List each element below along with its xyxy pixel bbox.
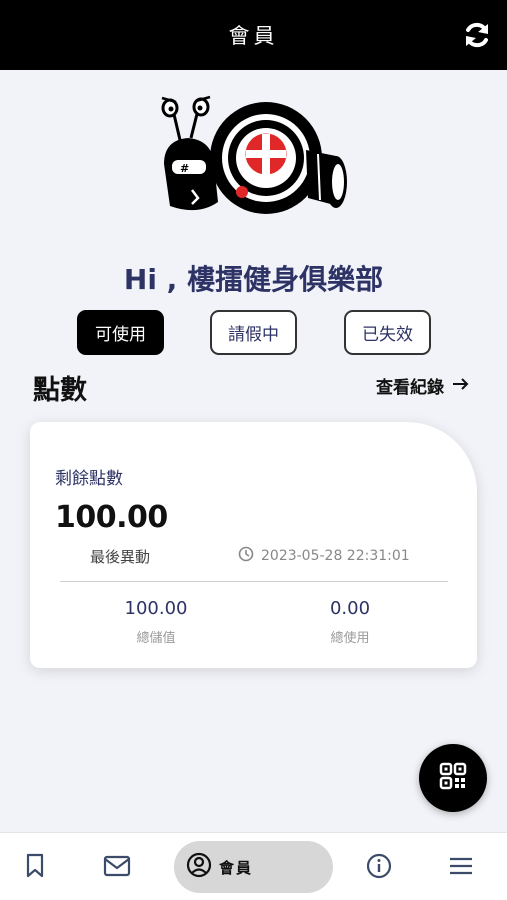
info-icon[interactable] (366, 853, 392, 883)
refresh-icon[interactable] (461, 19, 493, 51)
bookmark-icon[interactable] (24, 853, 46, 883)
nav-member[interactable]: 會員 (174, 841, 333, 893)
view-history-label: 查看紀錄 (376, 378, 444, 398)
clock-icon (238, 546, 254, 566)
last-change-label: 最後異動 (90, 548, 151, 566)
tab-available[interactable]: 可使用 (77, 310, 164, 355)
page-title: 會員 (228, 24, 279, 48)
view-history-link[interactable]: 查看紀錄 (376, 373, 470, 398)
mail-icon[interactable] (103, 853, 131, 883)
remaining-points-label: 剩餘點數 (55, 469, 123, 489)
greeting-title: Hi , 樓擂健身俱樂部 (123, 263, 384, 296)
total-used-value: 0.00 (329, 598, 371, 619)
tab-on-leave[interactable]: 請假中 (210, 310, 297, 355)
status-tabs: 可使用 請假中 已失效 (77, 310, 432, 356)
top-app-bar: 會員 (0, 0, 507, 70)
arrow-right-icon (452, 376, 470, 396)
menu-icon[interactable] (448, 853, 474, 883)
total-deposit-stat: 100.00 總儲值 (56, 598, 256, 646)
total-deposit-value: 100.00 (124, 598, 188, 619)
tab-expired[interactable]: 已失效 (344, 310, 431, 355)
bottom-nav: 會員 (0, 832, 507, 900)
card-divider (60, 581, 448, 582)
svg-text:#: # (180, 162, 189, 175)
total-used-stat: 0.00 總使用 (250, 598, 450, 646)
total-used-label: 總使用 (330, 631, 370, 646)
points-heading: 點數 (33, 375, 87, 406)
qr-code-icon (439, 762, 467, 794)
user-circle-icon (186, 852, 212, 882)
nav-member-label: 會員 (219, 858, 254, 877)
total-deposit-label: 總儲值 (136, 631, 176, 646)
brand-logo: # (158, 94, 350, 226)
last-change-time: 2023-05-28 22:31:01 (238, 546, 410, 566)
points-card: 剩餘點數 100.00 最後異動 2023-05-28 22:31:01 100… (30, 422, 477, 668)
last-change-timestamp: 2023-05-28 22:31:01 (261, 548, 410, 564)
qr-code-button[interactable] (419, 744, 487, 812)
remaining-points-value: 100.00 (55, 500, 168, 535)
